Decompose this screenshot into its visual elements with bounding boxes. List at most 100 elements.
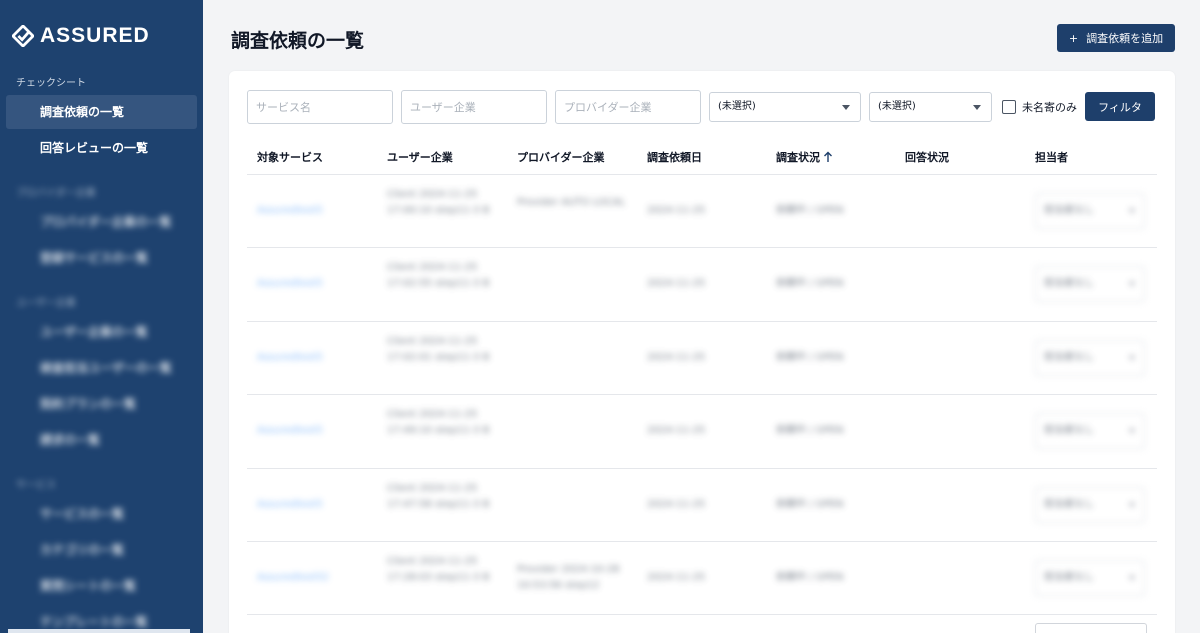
sidebar-item-question-sheets[interactable]: 質問シートの一覧: [6, 569, 197, 603]
assignee-select[interactable]: 担当者なし: [1035, 339, 1145, 376]
service-link[interactable]: Assuredtest5: [257, 276, 323, 292]
assignee-select[interactable]: 担当者なし: [1035, 193, 1145, 229]
anonymous-only-toggle[interactable]: 未名寄のみ: [1002, 99, 1077, 115]
status-select-1[interactable]: (未選択): [709, 92, 861, 122]
col-header-service[interactable]: 対象サービス: [257, 149, 323, 165]
sidebar-item-registered-services[interactable]: 登録サービスの一覧: [6, 241, 197, 275]
chevron-down-icon: [1129, 282, 1135, 287]
table-row[interactable]: Assuredtest5 Client 2024-11-25 17:49:10 …: [247, 395, 1157, 469]
assured-logo-icon: [12, 24, 34, 47]
sidebar-item-survey-requests[interactable]: 調査依頼の一覧: [6, 95, 197, 129]
sidebar: ASSURED チェックシート 調査依頼の一覧 回答レビューの一覧 プロバイダー…: [0, 0, 203, 633]
plus-icon: +: [1068, 31, 1079, 45]
sidebar-scroll-indicator[interactable]: [8, 629, 190, 633]
user-company-cell: Client 2024-11-25 17:02:55 step11-3 B: [387, 262, 490, 290]
assignee-value: 担当者なし: [1044, 571, 1094, 583]
table-row[interactable]: Assuredtest52 Client 2024-11-25 17:28:03…: [247, 542, 1157, 616]
chevron-down-icon: [842, 105, 850, 110]
assignee-value: 担当者なし: [1044, 425, 1094, 437]
request-list-card: (未選択) (未選択) 未名寄のみ フィルタ 対象サービス ユーザー企業 プロバ: [229, 71, 1175, 633]
request-date-cell: 2024-11-25: [647, 425, 706, 437]
user-company-cell: Client 2024-11-25 17:00:10 step11-3 B: [387, 189, 490, 216]
request-date-cell: 2024-11-25: [647, 351, 706, 363]
chevron-down-icon: [1129, 575, 1135, 580]
request-date-cell: 2024-11-25: [647, 278, 706, 290]
assignee-value: 担当者なし: [1044, 205, 1094, 216]
status-cell: 依頼中 / OPEN: [776, 498, 844, 510]
service-link[interactable]: Assuredtest52: [257, 570, 329, 586]
sidebar-item-contract-plans[interactable]: 契約プランの一覧: [6, 387, 197, 421]
user-company-cell: Client 2024-11-25 17:49:10 step11-3 B: [387, 409, 490, 437]
col-header-status-label: 調査状況: [776, 151, 820, 164]
chevron-down-icon: [1129, 502, 1135, 507]
assignee-select[interactable]: 担当者なし: [1035, 486, 1145, 523]
add-survey-request-button[interactable]: + 調査依頼を追加: [1057, 24, 1175, 52]
app: ASSURED チェックシート 調査依頼の一覧 回答レビューの一覧 プロバイダー…: [0, 0, 1200, 633]
provider-company-input[interactable]: [555, 90, 701, 124]
chevron-down-icon: [1129, 209, 1135, 213]
status-cell: 依頼中 / OPEN: [776, 205, 844, 216]
table-row[interactable]: Assuredtest5 Client 2024-11-25 17:00:10 …: [247, 175, 1157, 249]
sidebar-item-answer-reviews[interactable]: 回答レビューの一覧: [6, 131, 197, 165]
assignee-value: 担当者なし: [1044, 498, 1094, 510]
request-date-cell: 2024-11-25: [647, 205, 706, 216]
table-body: Assuredtest5 Client 2024-11-25 17:00:10 …: [247, 175, 1157, 616]
request-table: 対象サービス ユーザー企業 プロバイダー企業 調査依頼日 調査状況 回答状況 担…: [247, 141, 1157, 616]
chevron-down-icon: [973, 105, 981, 110]
sidebar-section-provider: プロバイダー企業: [16, 188, 96, 199]
service-link[interactable]: Assuredtest5: [257, 423, 323, 439]
status-select-2-value: (未選択): [878, 101, 916, 112]
chevron-down-icon: [1129, 355, 1135, 360]
sidebar-item-user-companies[interactable]: ユーザー企業の一覧: [6, 315, 197, 349]
sidebar-section-service: サービス: [16, 480, 56, 491]
sidebar-item-services[interactable]: サービスの一覧: [6, 497, 197, 531]
table-row[interactable]: Assuredtest5 Client 2024-11-25 17:02:01 …: [247, 322, 1157, 396]
col-header-assignee[interactable]: 担当者: [1035, 149, 1068, 165]
assignee-select[interactable]: 担当者なし: [1035, 559, 1145, 596]
filter-button[interactable]: フィルタ: [1085, 92, 1155, 121]
pagination-control[interactable]: [1035, 623, 1147, 633]
sidebar-item-provider-companies[interactable]: プロバイダー企業の一覧: [6, 205, 197, 239]
col-header-request-date[interactable]: 調査依頼日: [647, 149, 702, 165]
anonymous-only-label: 未名寄のみ: [1022, 101, 1077, 114]
assignee-select[interactable]: 担当者なし: [1035, 413, 1145, 450]
status-cell: 依頼中 / OPEN: [776, 278, 844, 290]
table-row[interactable]: Assuredtest5 Client 2024-11-25 17:47:58 …: [247, 469, 1157, 542]
col-header-provider-company[interactable]: プロバイダー企業: [517, 149, 605, 165]
status-select-1-value: (未選択): [718, 101, 756, 112]
brand-name: ASSURED: [40, 23, 150, 47]
table-row[interactable]: Assuredtest5 Client 2024-11-25 17:02:55 …: [247, 248, 1157, 322]
sidebar-item-billing[interactable]: 請求の一覧: [6, 423, 197, 457]
user-company-cell: Client 2024-11-25 17:02:01 step11-3 B: [387, 335, 490, 363]
col-header-status[interactable]: 調査状況: [776, 149, 833, 165]
user-company-cell: Client 2024-11-25 17:28:03 step11-3 B: [387, 555, 490, 583]
col-header-answer-status[interactable]: 回答状況: [905, 149, 949, 165]
col-header-user-company[interactable]: ユーザー企業: [387, 149, 453, 165]
assignee-select[interactable]: 担当者なし: [1035, 266, 1145, 303]
anonymous-only-checkbox[interactable]: [1002, 100, 1016, 114]
assignee-value: 担当者なし: [1044, 351, 1094, 363]
sidebar-section-checksheet: チェックシート: [16, 78, 86, 89]
service-link[interactable]: Assuredtest5: [257, 350, 323, 366]
sidebar-blurred-group: プロバイダー企業 プロバイダー企業の一覧 登録サービスの一覧 ユーザー企業 ユー…: [0, 185, 203, 633]
sidebar-item-inspection-users[interactable]: 検査担当ユーザーの一覧: [6, 351, 197, 385]
request-date-cell: 2024-11-25: [647, 571, 706, 583]
sidebar-item-categories[interactable]: カテゴリの一覧: [6, 533, 197, 567]
status-cell: 依頼中 / OPEN: [776, 351, 844, 363]
service-name-input[interactable]: [247, 90, 393, 124]
provider-company-cell: Provider 2024-10-28 10:53:56 step12: [517, 563, 620, 591]
brand-logo[interactable]: ASSURED: [0, 0, 203, 56]
service-link[interactable]: Assuredtest5: [257, 203, 323, 219]
sidebar-section-user: ユーザー企業: [16, 298, 76, 309]
request-date-cell: 2024-11-25: [647, 498, 706, 510]
status-cell: 依頼中 / OPEN: [776, 571, 844, 583]
user-company-input[interactable]: [401, 90, 547, 124]
status-cell: 依頼中 / OPEN: [776, 425, 844, 437]
table-header: 対象サービス ユーザー企業 プロバイダー企業 調査依頼日 調査状況 回答状況 担…: [247, 141, 1157, 175]
user-company-cell: Client 2024-11-25 17:47:58 step11-3 B: [387, 482, 490, 510]
assignee-value: 担当者なし: [1044, 278, 1094, 290]
service-link[interactable]: Assuredtest5: [257, 497, 323, 513]
status-select-2[interactable]: (未選択): [869, 92, 992, 122]
arrow-up-icon: [824, 151, 832, 162]
filter-bar: (未選択) (未選択) 未名寄のみ フィルタ: [247, 90, 1157, 126]
